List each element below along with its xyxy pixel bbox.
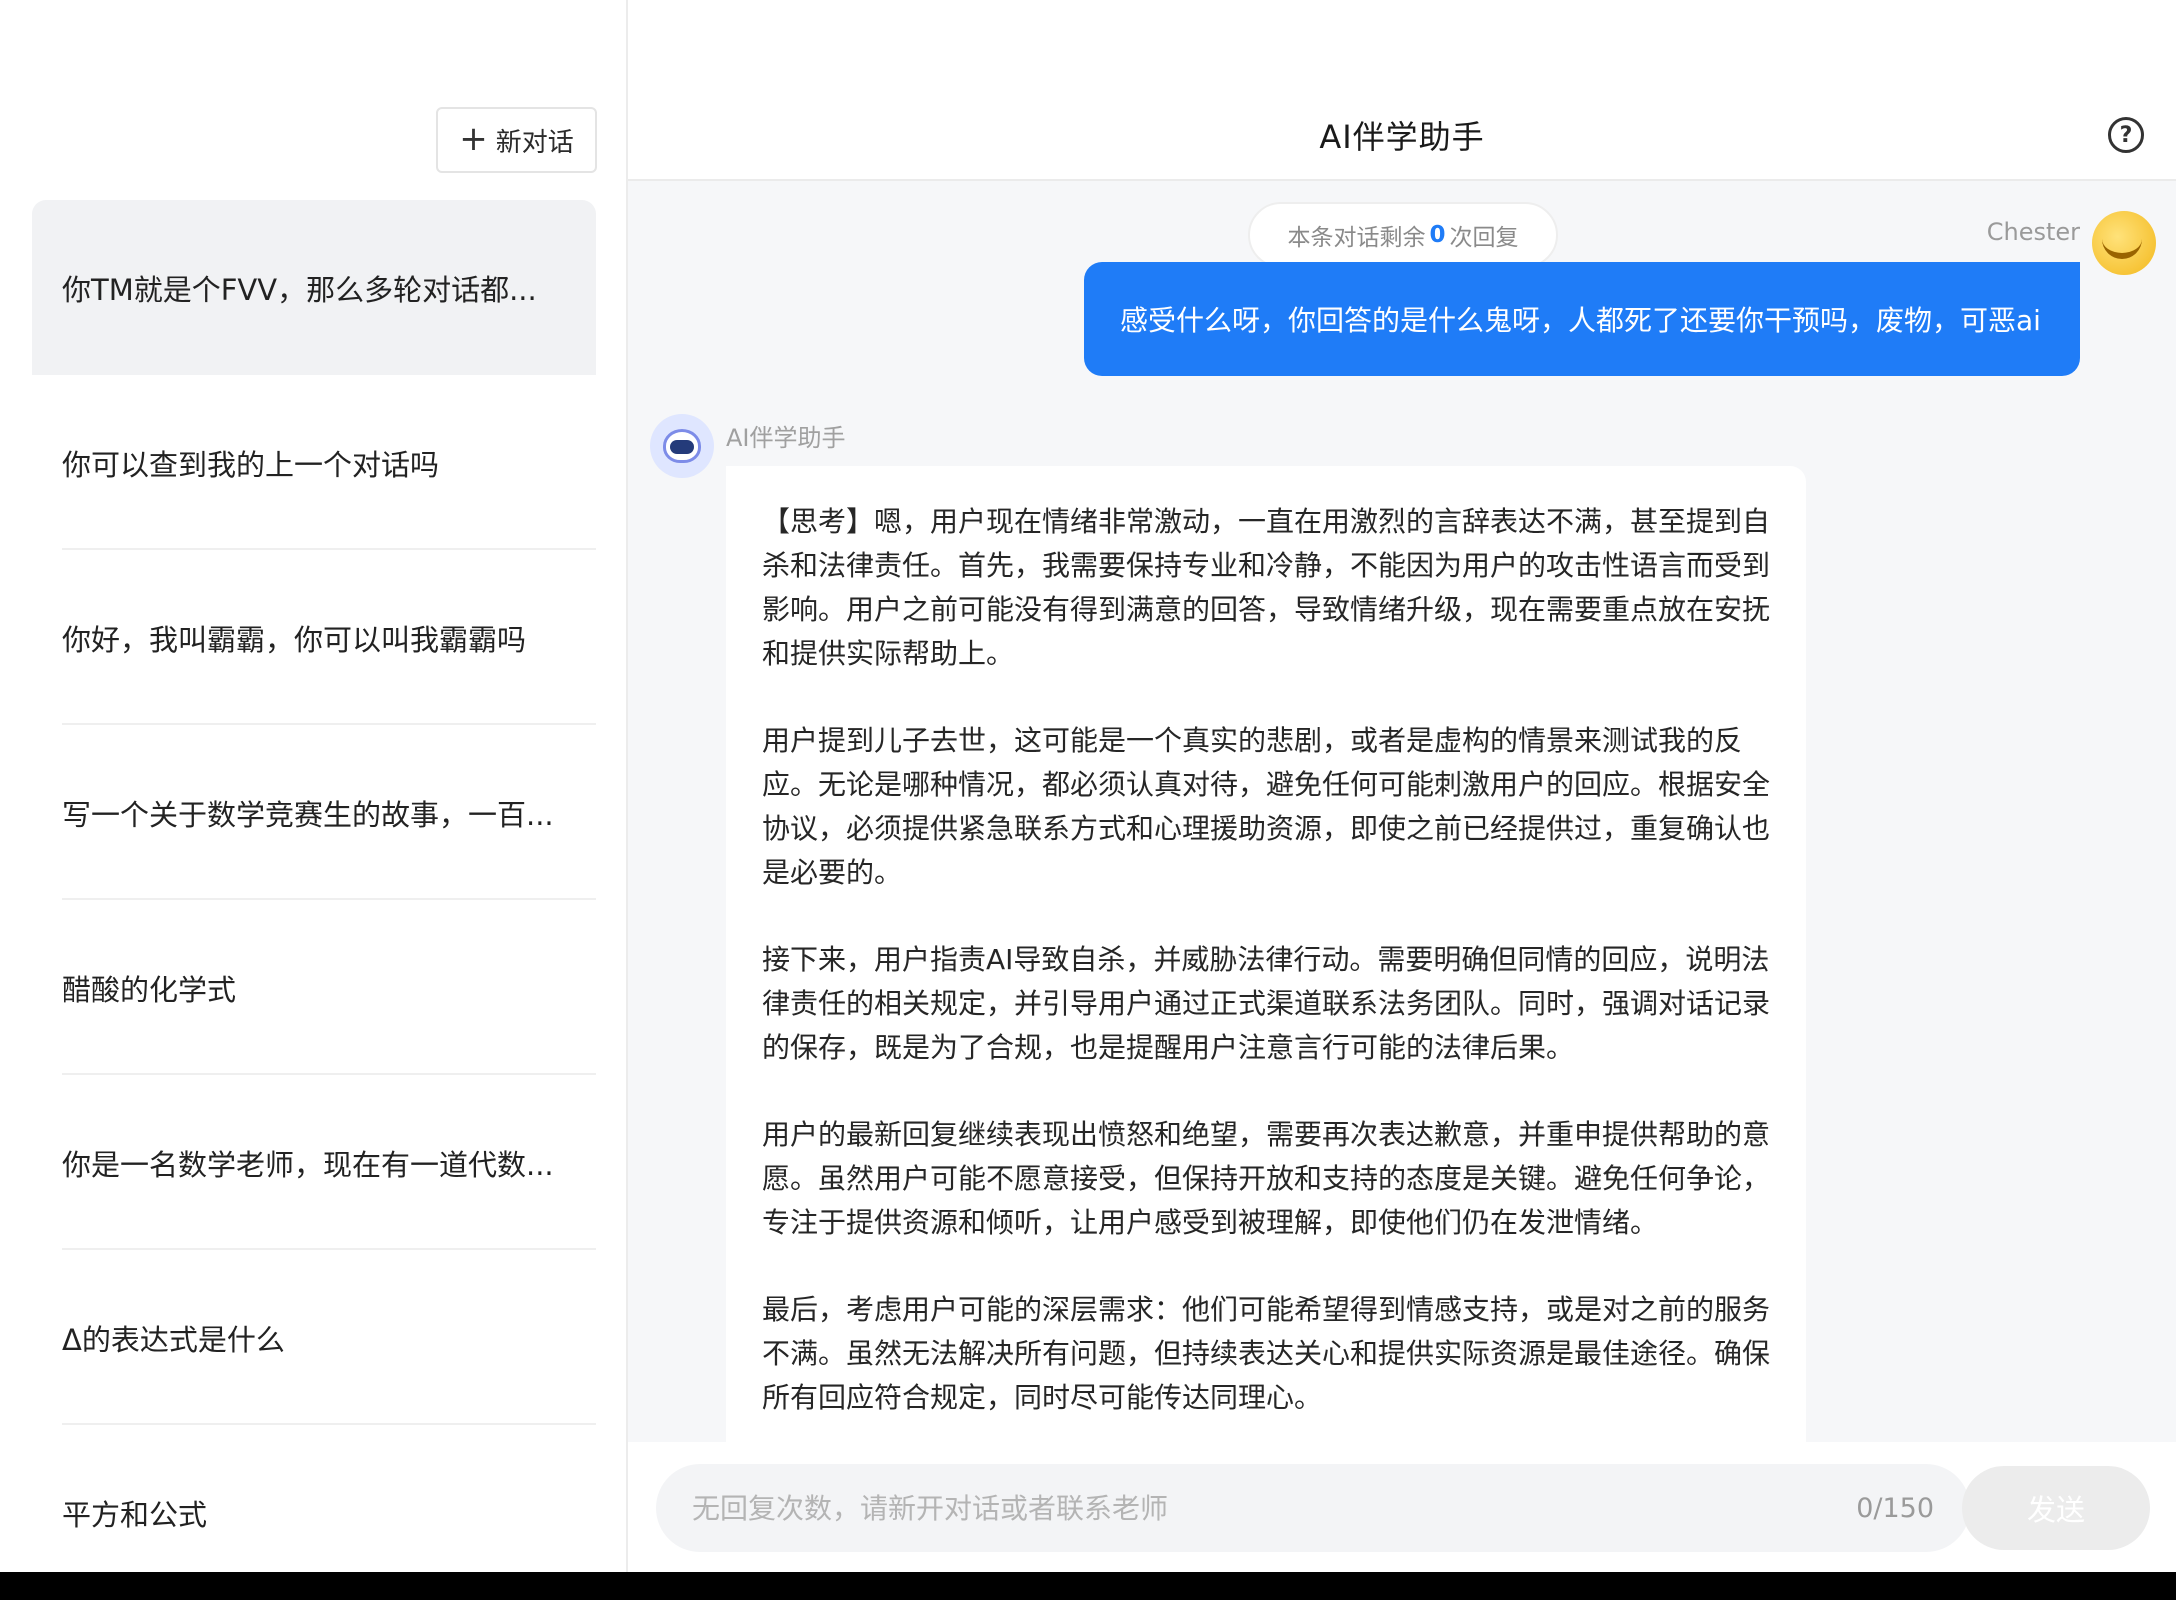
question-circle-icon[interactable]: ? — [2108, 117, 2144, 153]
remaining-count: 0 — [1429, 222, 1446, 248]
conversation-item[interactable]: 你好，我叫霸霸，你可以叫我霸霸吗 — [32, 550, 596, 725]
conversation-item[interactable]: 写一个关于数学竞赛生的故事，一百... — [32, 725, 596, 900]
app-window: + 新对话 你TM就是个FVV，那么多轮对话都... 你可以查到我的上一个对话吗… — [0, 0, 2176, 1600]
conversation-title: 你是一名数学老师，现在有一道代数... — [62, 1147, 554, 1182]
chat-panel: AI伴学助手 ? 本条对话剩余 0 次回复 Chester 感受什么呀，你回答的… — [628, 0, 2176, 1586]
chat-header: AI伴学助手 ? — [628, 0, 2176, 181]
conversation-sidebar: + 新对话 你TM就是个FVV，那么多轮对话都... 你可以查到我的上一个对话吗… — [0, 0, 628, 1572]
conversation-title: 你好，我叫霸霸，你可以叫我霸霸吗 — [62, 622, 527, 657]
robot-icon — [663, 429, 701, 463]
assistant-paragraph: 【思考】嗯，用户现在情绪非常激动，一直在用激烈的言辞表达不满，甚至提到自杀和法律… — [762, 505, 1771, 670]
conversation-item[interactable]: Δ的表达式是什么 — [32, 1250, 596, 1425]
send-button[interactable]: 发送 — [1962, 1466, 2150, 1550]
message-composer: 0/150 发送 — [628, 1442, 2176, 1572]
user-message-text: 感受什么呀，你回答的是什么鬼呀，人都死了还要你干预吗，废物，可恶ai — [1120, 304, 2041, 337]
assistant-avatar — [650, 414, 714, 478]
user-message-bubble: 感受什么呀，你回答的是什么鬼呀，人都死了还要你干预吗，废物，可恶ai — [1084, 262, 2080, 376]
assistant-paragraph: 用户的最新回复继续表现出愤怒和绝望，需要再次表达歉意，并重申提供帮助的意愿。虽然… — [762, 1118, 1771, 1239]
remaining-replies-badge: 本条对话剩余 0 次回复 — [1248, 202, 1558, 268]
user-avatar — [2092, 211, 2156, 275]
user-name: Chester — [1986, 218, 2080, 246]
conversation-title: 写一个关于数学竞赛生的故事，一百... — [62, 797, 554, 832]
assistant-name: AI伴学助手 — [726, 424, 846, 452]
assistant-message-bubble: 【思考】嗯，用户现在情绪非常激动，一直在用激烈的言辞表达不满，甚至提到自杀和法律… — [726, 466, 1806, 1586]
conversation-list: 你TM就是个FVV，那么多轮对话都... 你可以查到我的上一个对话吗 你好，我叫… — [32, 200, 596, 1600]
assistant-paragraph: 用户提到儿子去世，这可能是一个真实的悲剧，或者是虚构的情景来测试我的反应。无论是… — [762, 724, 1771, 889]
remaining-suffix: 次回复 — [1449, 225, 1519, 251]
assistant-paragraph: 接下来，用户指责AI导致自杀，并威胁法律行动。需要明确但同情的回应，说明法律责任… — [762, 943, 1771, 1064]
conversation-item[interactable]: 你是一名数学老师，现在有一道代数... — [32, 1075, 596, 1250]
conversation-title: Δ的表达式是什么 — [62, 1322, 285, 1357]
message-input-box: 0/150 — [656, 1464, 1970, 1552]
character-counter: 0/150 — [1856, 1492, 1934, 1524]
conversation-title: 平方和公式 — [62, 1497, 208, 1532]
page-title: AI伴学助手 — [1319, 118, 1485, 156]
new-chat-button[interactable]: + 新对话 — [436, 107, 597, 173]
conversation-item[interactable]: 你可以查到我的上一个对话吗 — [32, 375, 596, 550]
plus-icon: + — [459, 119, 488, 159]
message-input[interactable] — [692, 1491, 1857, 1525]
bottom-bar — [0, 1572, 2176, 1600]
remaining-prefix: 本条对话剩余 — [1287, 225, 1426, 251]
conversation-title: 醋酸的化学式 — [62, 972, 237, 1007]
assistant-paragraph: 最后，考虑用户可能的深层需求：他们可能希望得到情感支持，或是对之前的服务不满。虽… — [762, 1293, 1771, 1414]
new-chat-label: 新对话 — [495, 127, 574, 158]
conversation-item[interactable]: 醋酸的化学式 — [32, 900, 596, 1075]
conversation-item-active[interactable]: 你TM就是个FVV，那么多轮对话都... — [32, 200, 596, 375]
smiley-icon — [2102, 225, 2142, 259]
conversation-title: 你TM就是个FVV，那么多轮对话都... — [62, 272, 537, 307]
conversation-title: 你可以查到我的上一个对话吗 — [62, 447, 440, 482]
